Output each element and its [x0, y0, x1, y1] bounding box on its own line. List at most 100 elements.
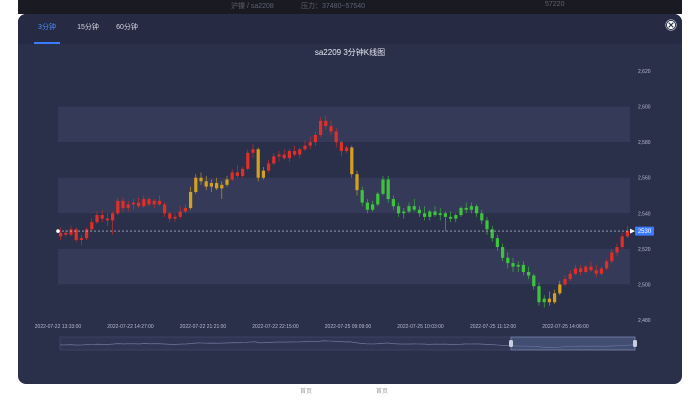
candle-body	[402, 211, 406, 214]
y-tick-label: 2,600	[638, 105, 651, 111]
background-footer-item: 首页	[376, 389, 389, 395]
x-tick-label: 2022-07-25 10:03:00	[397, 324, 444, 330]
candle-body	[84, 229, 89, 239]
candle-body	[157, 200, 162, 205]
candle-body	[350, 147, 354, 175]
x-tick-label: 2022-07-22 21:21:00	[180, 324, 227, 330]
candle-body	[110, 213, 115, 221]
grid-band	[58, 248, 630, 285]
candle-body	[240, 168, 245, 176]
background-pressure: 压力：37480~57540	[301, 3, 366, 10]
candle-body	[454, 215, 458, 219]
background-app-footer: 首页 首页	[18, 384, 682, 401]
candle-body	[194, 177, 198, 192]
kline-chart[interactable]: sa2209 3分钟K线图 2,6202,6002,5802,5602,5402…	[18, 44, 682, 384]
candle-body	[615, 247, 619, 253]
candle-body	[183, 207, 188, 212]
candle-body	[433, 211, 437, 216]
candle-body	[448, 216, 453, 219]
candle-body	[188, 191, 193, 208]
current-price-arrow-icon	[630, 228, 635, 234]
candle-body	[417, 209, 422, 214]
navigator-right-handle[interactable]	[633, 340, 637, 347]
candle-body	[230, 172, 234, 180]
current-price-dot	[56, 229, 60, 233]
candle-body	[490, 229, 494, 239]
candle-body	[563, 279, 567, 285]
y-tick-label: 2,500	[638, 282, 651, 288]
candle-body	[599, 268, 604, 274]
candle-body	[147, 199, 151, 205]
y-tick-label: 2,540	[638, 211, 651, 217]
navigator-selection[interactable]	[510, 336, 636, 351]
candle-body	[386, 179, 390, 200]
candle-body	[162, 204, 167, 214]
candle	[376, 191, 380, 207]
candle-body	[459, 207, 463, 216]
candle-body	[324, 120, 328, 127]
x-tick-label: 2022-07-22 13:33:00	[35, 324, 82, 330]
y-tick-label: 2,520	[638, 247, 651, 253]
candle-body	[547, 298, 552, 303]
grid-band	[58, 71, 630, 107]
candle-body	[469, 206, 474, 210]
candle-body	[370, 204, 375, 210]
background-footer-item: 首页	[300, 389, 313, 395]
candle-body	[225, 179, 229, 185]
close-icon[interactable]	[664, 18, 678, 32]
y-tick-label: 2,580	[638, 140, 651, 146]
candle-body	[443, 213, 448, 217]
candle-body	[532, 275, 536, 287]
tab-3min[interactable]: 3分钟	[34, 22, 60, 44]
candle-body	[381, 179, 385, 194]
candle-body	[313, 135, 318, 143]
tab-15min[interactable]: 15分钟	[76, 22, 100, 44]
candle-body	[116, 200, 120, 214]
candle-body	[542, 298, 546, 303]
candle-body	[58, 232, 63, 237]
x-tick-label: 2022-07-25 14:06:00	[542, 324, 589, 330]
candle	[350, 145, 354, 178]
x-tick-label: 2022-07-25 09:09:00	[325, 324, 372, 330]
tab-60min[interactable]: 60分钟	[115, 22, 139, 44]
candle-body	[100, 215, 104, 219]
candle-body	[90, 222, 94, 230]
candle-body	[131, 202, 136, 205]
candle-body	[173, 216, 177, 219]
candle-body	[610, 252, 614, 262]
candle-body	[246, 152, 250, 169]
x-tick-label: 2022-07-22 14:27:00	[107, 324, 154, 330]
candle-body	[526, 271, 531, 276]
candle-body	[391, 199, 396, 207]
candle-body	[204, 181, 208, 187]
candle-body	[152, 200, 156, 205]
candle-body	[334, 131, 338, 143]
candle-body	[506, 257, 510, 264]
candle-body	[589, 266, 593, 271]
candle-body	[516, 264, 520, 267]
kline-modal: 3分钟 15分钟 60分钟 sa2209 3分钟K线图 2,620 2,600 2,…	[18, 14, 682, 384]
x-axis-labels: 2022-07-22 13:33:00 2022-07-22 14:27:00 20…	[35, 324, 589, 330]
candle-body	[625, 231, 630, 237]
candle-body	[495, 238, 500, 248]
candle-body	[584, 266, 588, 272]
candle-body	[292, 151, 297, 155]
navigator-left-handle[interactable]	[509, 340, 513, 347]
candle-body	[126, 204, 130, 208]
grid-band	[58, 142, 630, 178]
candle-body	[329, 126, 333, 132]
candle-body	[318, 120, 323, 136]
background-price: 57220	[545, 1, 565, 8]
candle-body	[261, 170, 266, 178]
candle-body	[568, 273, 572, 280]
candle-body	[500, 247, 505, 258]
x-tick-label: 2022-07-22 22:15:00	[252, 324, 299, 330]
candle-body	[552, 293, 557, 303]
range-navigator[interactable]	[59, 336, 637, 351]
candle-body	[438, 213, 442, 216]
candle-body	[339, 142, 344, 152]
candle-body	[428, 211, 432, 217]
candle-body	[422, 213, 427, 217]
candle-body	[121, 200, 125, 208]
candle-body	[214, 183, 219, 189]
